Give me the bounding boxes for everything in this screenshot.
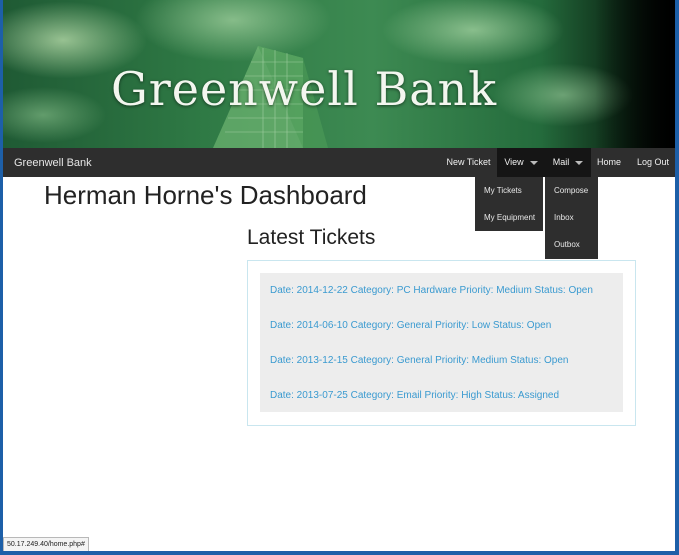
navbar-brand[interactable]: Greenwell Bank [14,157,92,169]
ticket-link[interactable]: Date: 2014-12-22 Category: PC Hardware P… [270,285,593,296]
top-navbar: Greenwell Bank New Ticket View Mail Home… [3,148,675,177]
nav-home[interactable]: Home [591,148,627,177]
chevron-down-icon [529,160,538,165]
header-banner: Greenwell Bank [3,0,675,148]
nav-mail-dropdown[interactable]: Mail [545,148,591,177]
section-title: Latest Tickets [247,226,376,249]
ticket-link[interactable]: Date: 2014-06-10 Category: General Prior… [270,320,551,331]
ticket-link[interactable]: Date: 2013-07-25 Category: Email Priorit… [270,390,559,401]
tickets-list: Date: 2014-12-22 Category: PC Hardware P… [260,273,623,412]
nav-view-label: View [504,157,524,167]
view-dropdown-menu: My Tickets My Equipment [475,177,543,231]
latest-tickets-panel: Date: 2014-12-22 Category: PC Hardware P… [247,260,636,426]
chevron-down-icon [575,160,584,165]
nav-logout-label: Log Out [636,157,670,167]
mail-dropdown-menu: Compose Inbox Outbox [545,177,598,259]
menu-item-outbox[interactable]: Outbox [545,231,598,258]
menu-item-inbox[interactable]: Inbox [545,204,598,231]
page-title: Herman Horne's Dashboard [44,180,367,210]
browser-status-url: 50.17.249.40/home.php# [3,537,89,552]
nav-new-ticket[interactable]: New Ticket [440,148,497,177]
nav-logout[interactable]: Log Out [631,148,675,177]
nav-view-dropdown[interactable]: View [497,148,545,177]
window-frame-bottom [0,551,679,555]
ticket-link[interactable]: Date: 2013-12-15 Category: General Prior… [270,355,568,366]
bank-logo-text: Greenwell Bank [111,62,498,116]
window-frame-right [675,0,679,555]
nav-mail-label: Mail [552,157,570,167]
menu-item-my-tickets[interactable]: My Tickets [475,177,543,204]
menu-item-compose[interactable]: Compose [545,177,598,204]
nav-new-ticket-label: New Ticket [446,157,491,167]
menu-item-my-equipment[interactable]: My Equipment [475,204,543,231]
banner-shade [595,0,675,148]
nav-home-label: Home [596,157,621,167]
window-frame-left [0,0,3,555]
